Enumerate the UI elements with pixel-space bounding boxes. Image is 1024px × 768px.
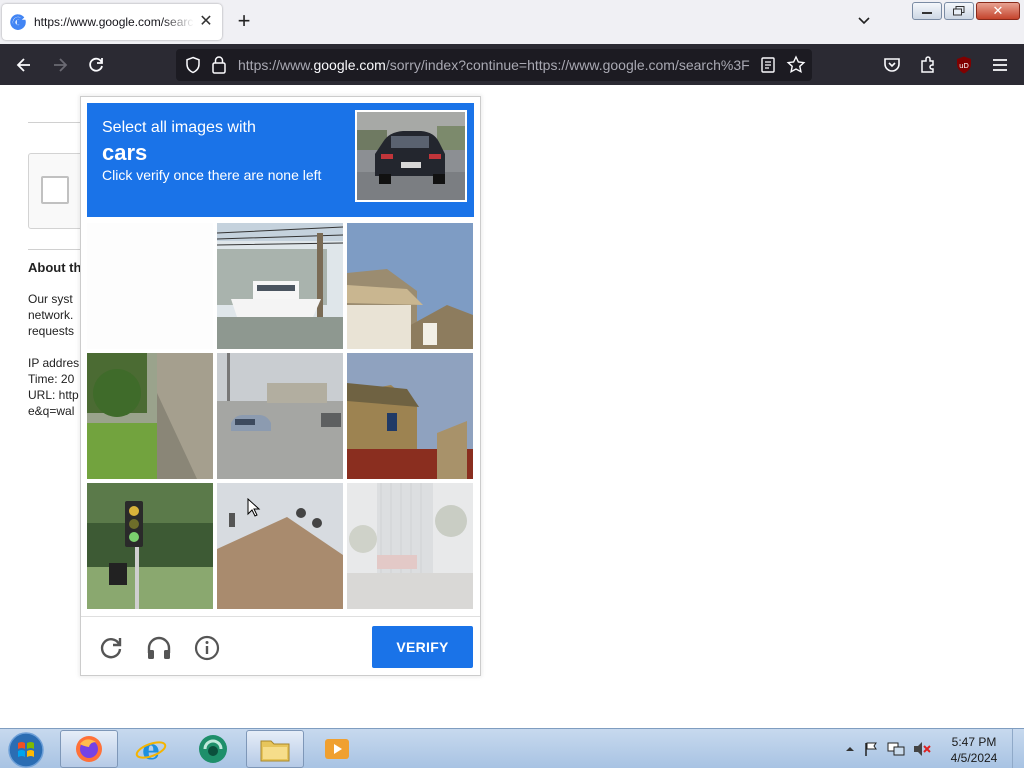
svg-text:e: e: [142, 733, 160, 765]
clock-date: 4/5/2024: [950, 751, 998, 765]
menu-hamburger-icon[interactable]: [990, 55, 1010, 75]
blank-loading-tile[interactable]: [87, 223, 213, 349]
url-prefix: https://www.: [238, 57, 314, 73]
firefox-icon: [76, 736, 102, 762]
recaptcha-anchor-box: [28, 153, 88, 229]
action-center-flag-icon[interactable]: [863, 741, 879, 757]
svg-text:uD: uD: [959, 62, 969, 70]
reload-page-icon[interactable]: [86, 55, 106, 75]
start-button-icon[interactable]: [6, 731, 46, 768]
taskbar-media-app[interactable]: [184, 730, 242, 768]
close-window-button[interactable]: ✕: [976, 2, 1020, 20]
taskbar-media-player[interactable]: [308, 730, 366, 768]
bookmark-star-icon[interactable]: [786, 55, 806, 75]
url-line: URL: http: [28, 388, 79, 402]
divider: [28, 122, 88, 123]
car-on-road-tile[interactable]: [217, 353, 343, 479]
system-tray: [845, 741, 931, 757]
internet-explorer-icon: e: [135, 733, 167, 765]
image-grid: [87, 223, 474, 610]
url-bar[interactable]: https://www.google.com/sorry/index?conti…: [176, 49, 812, 81]
info-line: network.: [28, 308, 74, 322]
roof-tile[interactable]: [217, 483, 343, 609]
house-facade-tile[interactable]: [347, 353, 473, 479]
taskbar-file-explorer[interactable]: [246, 730, 304, 768]
forward-arrow-icon[interactable]: [50, 55, 70, 75]
media-app-icon: [199, 735, 227, 763]
info-line: Our syst: [28, 292, 73, 306]
instruction-text: Select all images with: [102, 119, 256, 136]
reload-icon[interactable]: [98, 635, 124, 661]
show-desktop-button[interactable]: [1012, 729, 1024, 768]
instruction-subtext: Click verify once there are none left: [102, 167, 322, 183]
system-clock[interactable]: 5:47 PM 4/5/2024: [944, 734, 1004, 766]
nav-toolbar: https://www.google.com/sorry/index?conti…: [0, 44, 1024, 85]
media-player-icon: [325, 739, 349, 759]
tray-expand-icon[interactable]: [845, 744, 855, 754]
url-rest: /sorry/index?continue=https://www.google…: [385, 57, 750, 73]
headphones-icon[interactable]: [146, 635, 172, 661]
divider: [28, 249, 88, 250]
restore-icon: [953, 6, 965, 16]
url-line: e&q=wal: [28, 404, 75, 418]
recaptcha-challenge: Select all images with cars Click verify…: [80, 96, 481, 676]
reader-view-icon[interactable]: [760, 56, 776, 74]
back-arrow-icon[interactable]: [14, 55, 34, 75]
building-palms-tile[interactable]: [347, 483, 473, 609]
recaptcha-checkbox[interactable]: [41, 176, 69, 204]
clock-time: 5:47 PM: [951, 735, 997, 749]
restore-button[interactable]: [944, 2, 974, 20]
info-icon[interactable]: [194, 635, 220, 661]
tab-close-icon[interactable]: ✕: [198, 14, 214, 30]
minimize-button[interactable]: [912, 2, 942, 20]
new-tab-icon[interactable]: +: [234, 10, 254, 32]
challenge-header: Select all images with cars Click verify…: [87, 103, 474, 217]
tab-bar: https://www.google.com/search?q=wal ✕ + …: [0, 0, 1024, 44]
about-heading: About th: [28, 260, 82, 275]
close-icon: ✕: [992, 3, 1004, 18]
volume-muted-icon[interactable]: [913, 741, 931, 757]
file-explorer-icon: [260, 740, 290, 762]
sample-car-image: [355, 110, 467, 202]
taskbar-firefox[interactable]: [60, 730, 118, 768]
challenge-footer: VERIFY: [81, 616, 480, 675]
taskbar: e 5:47 PM 4/5/2024: [0, 728, 1024, 768]
browser-tab[interactable]: https://www.google.com/search?q=wal ✕: [2, 4, 222, 40]
ip-address-line: IP addres: [28, 356, 80, 370]
url-text[interactable]: https://www.google.com/sorry/index?conti…: [238, 57, 758, 73]
ublock-origin-icon[interactable]: uD: [954, 55, 974, 75]
traffic-light-tile[interactable]: [87, 483, 213, 609]
hillside-plants-tile[interactable]: [87, 353, 213, 479]
target-object: cars: [102, 140, 148, 165]
tab-title: https://www.google.com/search?q=wal: [34, 15, 194, 29]
mouse-cursor-icon: [247, 498, 261, 517]
tracking-shield-icon[interactable]: [184, 56, 202, 74]
extensions-puzzle-icon[interactable]: [918, 55, 938, 75]
info-line: requests: [28, 324, 75, 338]
google-g-icon: [10, 14, 26, 30]
network-icon[interactable]: [887, 741, 905, 757]
taskbar-internet-explorer[interactable]: e: [122, 730, 180, 768]
verify-button[interactable]: VERIFY: [372, 626, 473, 668]
url-domain: google.com: [313, 57, 386, 73]
tab-list-chevron-icon[interactable]: [856, 13, 872, 29]
house-roof-tile[interactable]: [347, 223, 473, 349]
lock-icon[interactable]: [210, 55, 228, 75]
pocket-icon[interactable]: [882, 55, 902, 75]
time-line: Time: 20: [28, 372, 75, 386]
boat-in-lot-tile[interactable]: [217, 223, 343, 349]
window-controls: ✕: [912, 2, 1020, 20]
minimize-icon: [922, 12, 932, 14]
